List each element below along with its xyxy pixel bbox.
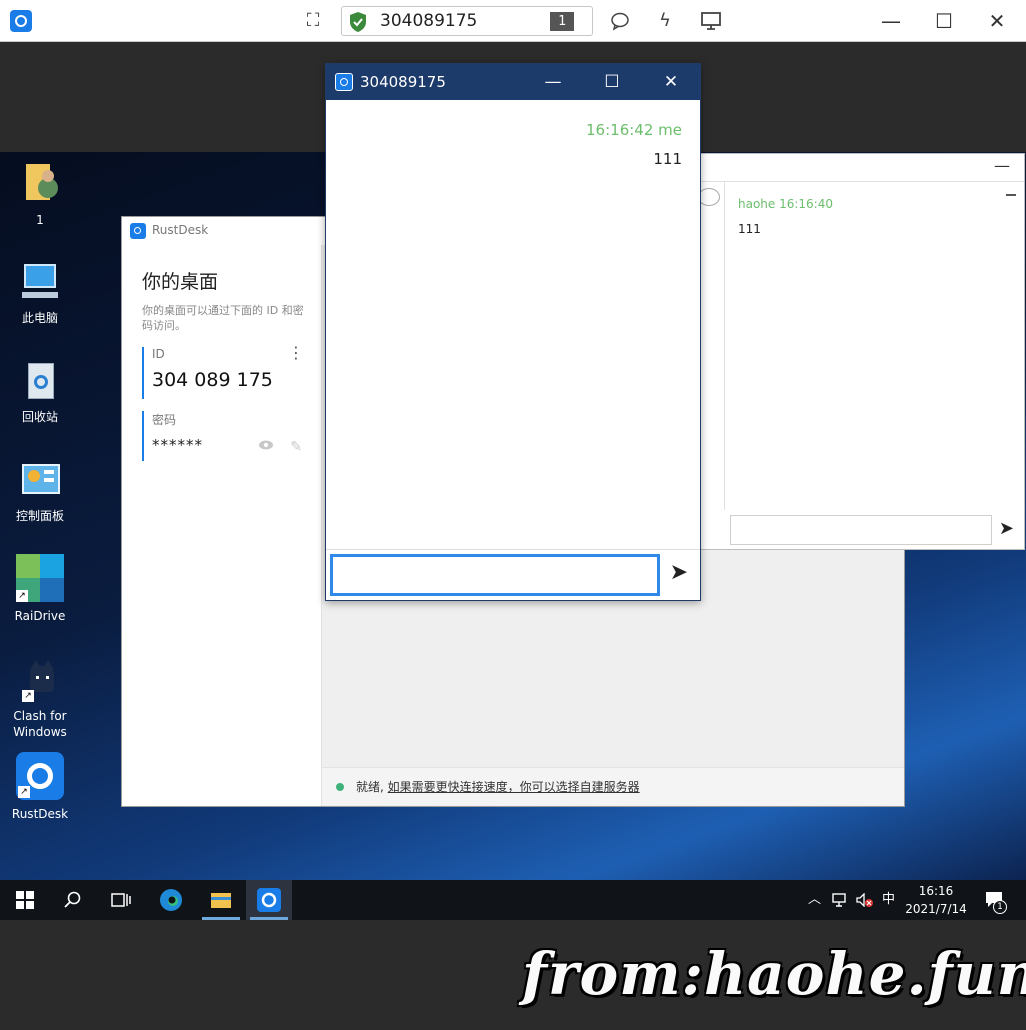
rustdesk-logo-icon bbox=[10, 10, 32, 32]
close-button[interactable]: ✕ bbox=[982, 6, 1012, 36]
chat-window-title: 304089175 bbox=[360, 73, 446, 91]
more-options-icon[interactable]: ⋮ bbox=[288, 345, 304, 361]
self-host-server-link[interactable]: 如果需要更快连接速度，你可以选择自建服务器 bbox=[388, 780, 640, 794]
clock-time: 16:16 bbox=[918, 884, 954, 898]
notification-center-icon[interactable]: 1 bbox=[984, 880, 1007, 920]
status-text: 就绪, bbox=[356, 780, 388, 794]
chat-bubble-icon bbox=[698, 188, 720, 206]
host-send-icon[interactable]: ➤ bbox=[999, 518, 1014, 539]
chat-close-button[interactable]: ✕ bbox=[656, 68, 686, 96]
desktop-icon-label: Clash for Windows bbox=[13, 709, 67, 739]
password-value: ****** bbox=[152, 436, 203, 454]
fullscreen-icon[interactable]: ⛶ bbox=[300, 8, 326, 34]
host-chat-minimize-button[interactable]: — bbox=[994, 156, 1010, 175]
ready-status-dot bbox=[336, 783, 344, 791]
screen: ⛶ 304089175 1 ϟ — ☐ ✕ 1 此电脑 回收站 控制面板 ↗ R… bbox=[0, 0, 1026, 1030]
desktop-icon-raidrive[interactable]: ↗ RaiDrive bbox=[8, 554, 72, 624]
chat-maximize-button[interactable]: ☐ bbox=[597, 68, 627, 96]
lightning-icon[interactable]: ϟ bbox=[652, 8, 678, 34]
host-chat-input[interactable] bbox=[730, 515, 992, 545]
chat-minimize-button[interactable]: — bbox=[538, 68, 568, 96]
password-label: 密码 bbox=[152, 413, 177, 427]
monitor-number-badge[interactable]: 1 bbox=[550, 12, 574, 31]
remote-id-text: 304089175 bbox=[380, 11, 478, 31]
chat-message-input[interactable] bbox=[330, 554, 660, 596]
file-explorer-icon[interactable] bbox=[198, 880, 244, 920]
host-message-text: 111 bbox=[738, 222, 761, 236]
minimize-button[interactable]: — bbox=[876, 6, 906, 36]
clash-cat-icon: ↗ bbox=[18, 658, 62, 702]
id-value[interactable]: 304 089 175 bbox=[152, 369, 312, 391]
maximize-button[interactable]: ☐ bbox=[929, 6, 959, 36]
remote-toolbar: ⛶ 304089175 1 ϟ — ☐ ✕ bbox=[0, 0, 1026, 42]
desktop-icon-control-panel[interactable]: 控制面板 bbox=[8, 458, 72, 524]
search-icon[interactable] bbox=[50, 880, 96, 920]
desktop-icon-label: RustDesk bbox=[11, 807, 69, 821]
chat-icon[interactable] bbox=[607, 8, 633, 34]
id-card: ID 304 089 175 ⋮ bbox=[142, 345, 312, 399]
rustdesk-logo-icon bbox=[335, 73, 353, 91]
my-message-text: 111 bbox=[653, 150, 682, 168]
status-bar: 就绪, 如果需要更快连接速度，你可以选择自建服务器 bbox=[322, 767, 904, 805]
my-message-meta: 16:16:42 me bbox=[586, 121, 682, 139]
computer-icon bbox=[18, 260, 62, 304]
chat-input-divider bbox=[326, 549, 700, 550]
start-button[interactable] bbox=[2, 880, 48, 920]
desktop-icon-this-pc[interactable]: 此电脑 bbox=[8, 260, 72, 326]
secure-shield-icon bbox=[350, 12, 366, 32]
chat-titlebar[interactable]: 304089175 — ☐ ✕ bbox=[326, 64, 700, 100]
your-desktop-description: 你的桌面可以通过下面的 ID 和密码访问。 bbox=[142, 304, 304, 332]
taskbar-clock[interactable]: 16:16 2021/7/14 bbox=[900, 882, 972, 918]
rustdesk-taskbar-icon[interactable] bbox=[246, 880, 292, 920]
your-desktop-heading: 你的桌面 bbox=[142, 271, 219, 293]
rustdesk-logo-icon bbox=[130, 223, 146, 239]
edit-password-icon[interactable]: ✎ bbox=[290, 439, 302, 455]
scrollbar-arrow-icon[interactable] bbox=[1006, 194, 1016, 206]
desktop-icon-label: 回收站 bbox=[21, 410, 58, 424]
raidrive-icon: ↗ bbox=[16, 554, 64, 602]
desktop-icon-label: 1 bbox=[36, 213, 44, 227]
show-password-icon[interactable] bbox=[258, 439, 274, 455]
edge-browser-icon[interactable] bbox=[148, 880, 194, 920]
notification-count-badge: 1 bbox=[993, 900, 1007, 914]
send-icon[interactable]: ➤ bbox=[670, 560, 688, 585]
task-view-icon[interactable] bbox=[98, 880, 144, 920]
network-icon[interactable] bbox=[832, 880, 848, 920]
tray-chevron-up-icon[interactable]: ︿ bbox=[808, 880, 821, 920]
taskbar: ︿ 中 16:16 2021/7/14 1 bbox=[0, 880, 1026, 920]
remote-id-box: 304089175 1 bbox=[341, 6, 593, 36]
control-panel-icon bbox=[18, 458, 62, 502]
desktop-icon-rustdesk[interactable]: ↗ RustDesk bbox=[8, 752, 72, 822]
password-card: 密码 ****** ✎ bbox=[142, 411, 312, 461]
rustdesk-left-panel: 你的桌面 你的桌面可以通过下面的 ID 和密码访问。 ID 304 089 17… bbox=[122, 245, 322, 806]
watermark-text: from:haohe.fun bbox=[522, 940, 1026, 1008]
user-folder-icon bbox=[18, 162, 62, 206]
desktop-icon-label: 控制面板 bbox=[15, 509, 64, 523]
host-chat-divider bbox=[724, 182, 725, 510]
chat-window: 304089175 — ☐ ✕ 16:16:42 me 111 ➤ bbox=[325, 63, 701, 601]
desktop-icon-recycle-bin[interactable]: 回收站 bbox=[8, 359, 72, 425]
volume-muted-icon[interactable] bbox=[856, 880, 874, 920]
desktop-icon-user-folder[interactable]: 1 bbox=[8, 162, 72, 228]
desktop-icon-clash[interactable]: ↗ Clash for Windows bbox=[8, 658, 72, 740]
desktop-icon-label: 此电脑 bbox=[21, 311, 58, 325]
rustdesk-window-title: RustDesk bbox=[152, 223, 209, 237]
recycle-bin-icon bbox=[18, 359, 62, 403]
display-icon[interactable] bbox=[698, 8, 724, 34]
input-method-indicator[interactable]: 中 bbox=[882, 880, 895, 920]
clock-date: 2021/7/14 bbox=[905, 902, 967, 916]
host-message-meta: haohe 16:16:40 bbox=[738, 197, 833, 211]
rustdesk-icon: ↗ bbox=[16, 752, 64, 800]
host-chat-titlebar[interactable]: — bbox=[698, 154, 1024, 182]
host-chat-window: — haohe 16:16:40 111 ➤ bbox=[697, 153, 1025, 550]
desktop-icon-label: RaiDrive bbox=[14, 609, 66, 623]
